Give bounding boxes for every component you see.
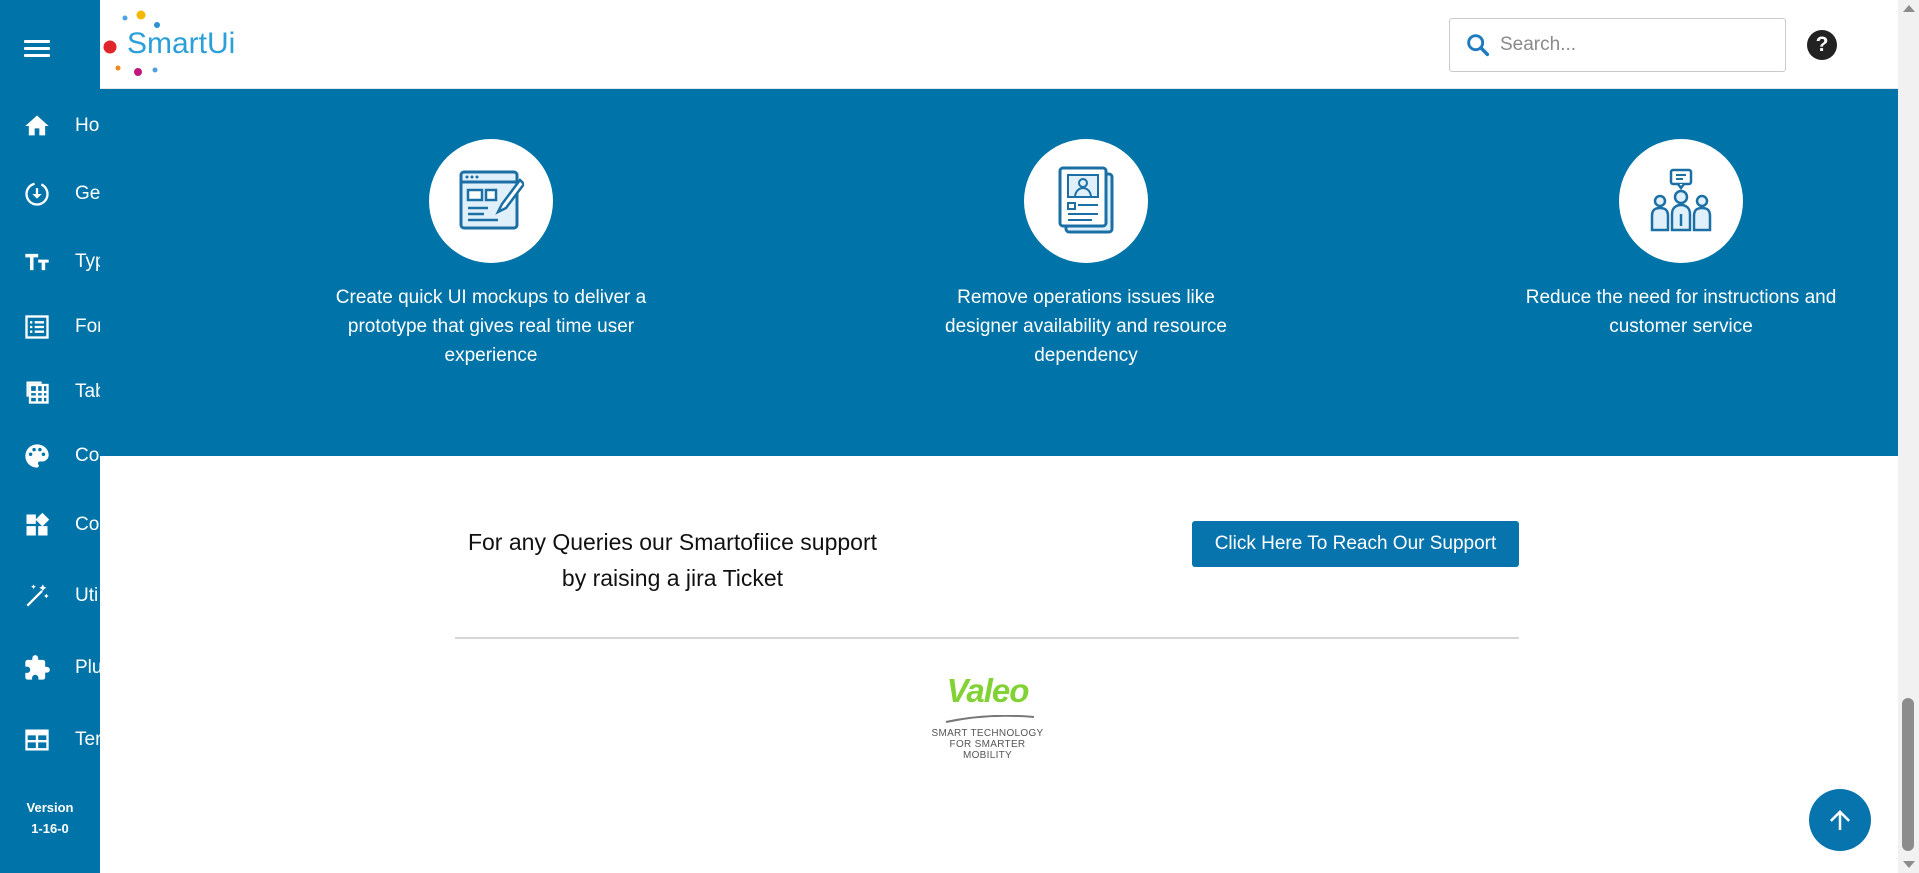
sidebar-item-label: Typ <box>75 251 100 272</box>
feature-text: Reduce the need for instructions and cus… <box>1525 287 1837 337</box>
palette-icon <box>25 444 49 468</box>
sidebar-item-label: For <box>75 316 100 337</box>
team-support-icon <box>1650 168 1712 232</box>
sidebar-item-label: Ge <box>75 183 100 204</box>
valeo-brand: Valeo <box>946 672 1030 709</box>
valeo-swoosh-icon <box>945 714 1034 723</box>
valeo-tagline-1: SMART TECHNOLOGY <box>931 728 1044 739</box>
template-icon <box>25 729 49 751</box>
scroll-up-icon[interactable] <box>1903 5 1915 12</box>
table-icon <box>26 381 49 404</box>
back-to-top-button[interactable] <box>1809 789 1871 851</box>
feature-icon-circle <box>1024 139 1148 263</box>
form-icon <box>25 315 49 339</box>
version-info: Version 1-16-0 <box>0 797 100 839</box>
magic-wand-icon <box>26 584 49 607</box>
sidebar-item-typography[interactable]: Typ <box>0 237 100 287</box>
divider <box>455 637 1519 639</box>
smartui-logo[interactable]: SmartUi <box>100 6 250 80</box>
features-section: Create quick UI mockups to deliver a pro… <box>100 89 1898 456</box>
feature-card: Reduce the need for instructions and cus… <box>1481 139 1881 341</box>
design-mockup-icon <box>459 170 524 230</box>
header: SmartUi ? <box>100 0 1898 89</box>
sidebar-item-utilities[interactable]: Uti <box>0 571 100 621</box>
sidebar-item-forms[interactable]: For <box>0 302 100 352</box>
sidebar-item-getting-started[interactable]: Ge <box>0 169 100 219</box>
reach-support-button[interactable]: Click Here To Reach Our Support <box>1192 521 1519 567</box>
home-icon <box>25 115 49 136</box>
widgets-icon <box>26 512 50 536</box>
support-text: For any Queries our Smartofiice support … <box>467 529 878 591</box>
resume-document-icon <box>1058 166 1114 234</box>
search-input[interactable] <box>1500 34 1770 56</box>
scroll-down-icon[interactable] <box>1903 861 1915 868</box>
typography-icon <box>25 253 49 271</box>
sidebar-item-colors[interactable]: Co <box>0 431 100 481</box>
sidebar-item-tables[interactable]: Tab <box>0 367 100 417</box>
puzzle-icon <box>25 655 50 680</box>
sidebar-item-components[interactable]: Co <box>0 500 100 550</box>
version-value: 1-16-0 <box>31 821 69 836</box>
sidebar-item-plugins[interactable]: Plu <box>0 643 100 693</box>
valeo-tagline-2: FOR SMARTER MOBILITY <box>949 739 1026 761</box>
sidebar-item-label: Uti <box>75 585 99 606</box>
sidebar-item-label: Plu <box>75 657 100 678</box>
sidebar: Ho Ge Typ For Tab Co Co Uti Plu Ter Vers… <box>0 0 100 873</box>
valeo-logo: Valeo SMART TECHNOLOGY FOR SMARTER MOBIL… <box>925 672 1050 761</box>
search-icon <box>1467 34 1490 57</box>
download-icon <box>25 182 49 206</box>
arrow-up-icon <box>1830 810 1850 830</box>
scrollbar[interactable] <box>1898 0 1919 873</box>
feature-card: Create quick UI mockups to deliver a pro… <box>291 139 691 370</box>
feature-card: Remove operations issues like designer a… <box>886 139 1286 370</box>
sidebar-item-label: Ter <box>75 729 100 750</box>
feature-icon-circle <box>1619 139 1743 263</box>
scrollbar-thumb[interactable] <box>1902 698 1914 851</box>
sidebar-item-label: Tab <box>75 381 100 402</box>
sidebar-item-label: Ho <box>75 115 100 136</box>
feature-text: Create quick UI mockups to deliver a pro… <box>335 287 647 366</box>
search-box[interactable] <box>1449 18 1786 72</box>
feature-icon-circle <box>429 139 553 263</box>
sidebar-item-templates[interactable]: Ter <box>0 715 100 765</box>
logo-text: SmartUi <box>127 27 235 60</box>
sidebar-item-home[interactable]: Ho <box>0 101 100 151</box>
help-icon[interactable]: ? <box>1807 30 1837 60</box>
version-label: Version <box>26 800 74 815</box>
sidebar-item-label: Co <box>75 445 100 466</box>
menu-icon[interactable] <box>22 36 52 60</box>
sidebar-item-label: Co <box>75 514 100 535</box>
feature-text: Remove operations issues like designer a… <box>945 287 1227 366</box>
